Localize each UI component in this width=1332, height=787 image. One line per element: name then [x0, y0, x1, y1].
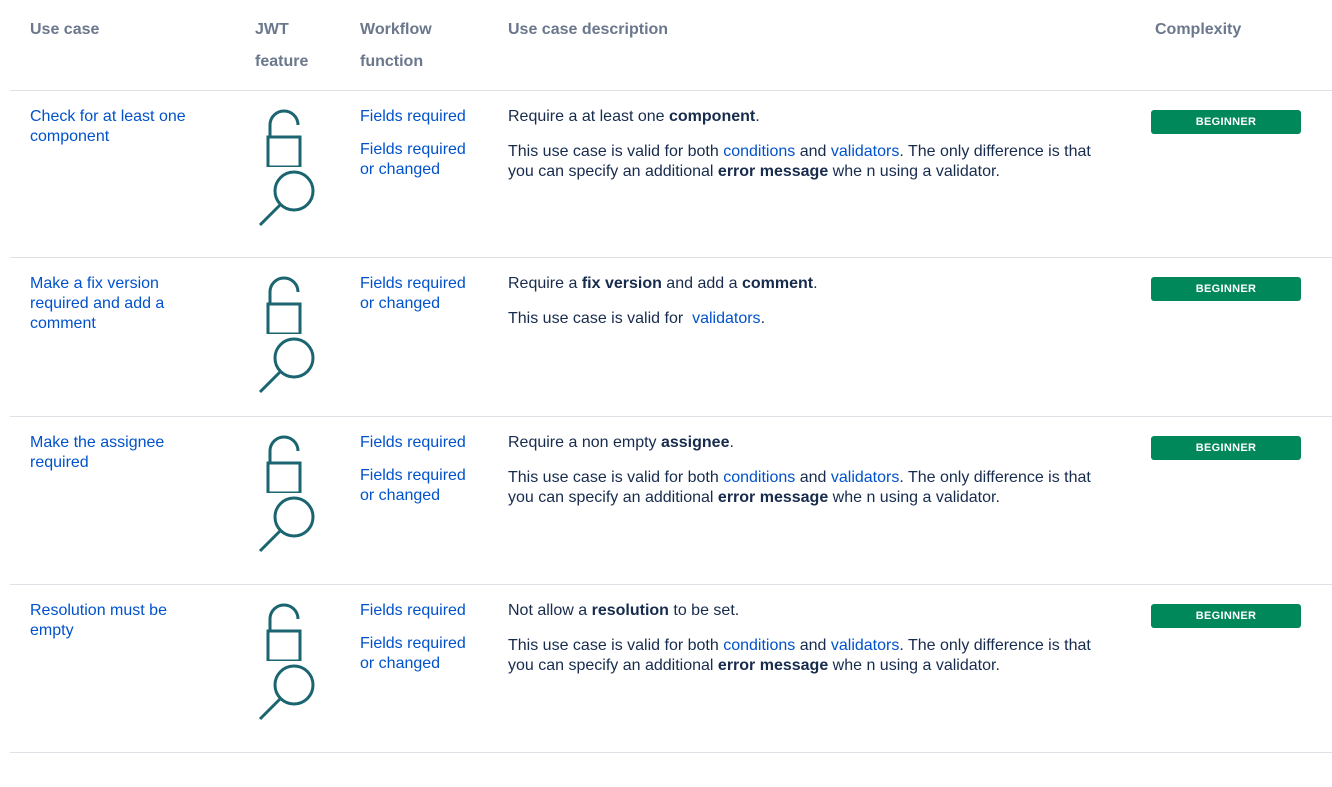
desc-text: Require a: [508, 275, 582, 292]
desc-text: whe n using a validator.: [828, 163, 1000, 180]
header-jwt-line2: feature: [255, 53, 309, 70]
use-case-description: Require a fix version and add a comment.…: [508, 274, 1098, 344]
use-case-link[interactable]: Check for at least one component: [30, 107, 210, 147]
jwt-feature-icons: [258, 272, 318, 394]
jwt-feature-icons: [258, 599, 318, 721]
table-row: Make the assignee required Fields requir…: [10, 417, 1332, 585]
table-header: Use case JWT feature Workflow function U…: [10, 0, 1332, 91]
workflow-functions: Fields required Fields required or chang…: [360, 107, 470, 193]
header-jwt-line1: JWT: [255, 21, 289, 38]
desc-text: and: [795, 143, 831, 160]
complexity-badge: BEGINNER: [1151, 604, 1301, 628]
validators-link[interactable]: validators: [831, 143, 899, 160]
desc-bold: fix version: [581, 275, 662, 292]
desc-text: to be set.: [668, 602, 740, 619]
desc-bold: error message: [717, 657, 829, 674]
conditions-link[interactable]: conditions: [723, 143, 795, 160]
validators-link[interactable]: validators: [831, 637, 899, 654]
use-case-link[interactable]: Make a fix version required and add a co…: [30, 274, 210, 334]
desc-text: .: [755, 108, 760, 125]
workflow-function-link[interactable]: Fields required: [360, 107, 470, 127]
workflow-function-link[interactable]: Fields required or changed: [360, 466, 470, 506]
workflow-function-link[interactable]: Fields required or changed: [360, 140, 470, 180]
header-complexity: Complexity: [1155, 21, 1242, 38]
desc-text: This use case is valid for both: [508, 469, 724, 486]
workflow-function-link[interactable]: Fields required: [360, 601, 470, 621]
magnifier-icon: [258, 496, 315, 553]
padlock-open-icon: [266, 109, 302, 167]
desc-text: .: [729, 434, 734, 451]
conditions-link[interactable]: conditions: [723, 637, 795, 654]
desc-bold: comment: [741, 275, 814, 292]
jwt-feature-icons: [258, 105, 318, 227]
header-description: Use case description: [508, 21, 669, 38]
desc-bold: component: [669, 108, 756, 125]
desc-text: .: [813, 275, 818, 292]
desc-text: Not allow a: [508, 602, 592, 619]
magnifier-icon: [258, 337, 315, 394]
desc-text: .: [760, 310, 766, 327]
desc-bold: error message: [717, 163, 829, 180]
workflow-function-link[interactable]: Fields required: [360, 433, 470, 453]
table-row: Check for at least one component Fields …: [10, 91, 1332, 258]
desc-text: This use case is valid for both: [508, 143, 724, 160]
magnifier-icon: [258, 664, 315, 721]
desc-bold: error message: [717, 489, 829, 506]
validators-link[interactable]: validators: [831, 469, 899, 486]
header-wf-line1: Workflow: [360, 21, 432, 38]
padlock-open-icon: [266, 603, 302, 661]
desc-text: and add a: [661, 275, 742, 292]
header-jwt-feature: JWT feature: [255, 14, 308, 78]
header-wf-line2: function: [360, 53, 424, 70]
desc-text: whe n using a validator.: [828, 489, 1000, 506]
use-case-description: Not allow a resolution to be set. This u…: [508, 601, 1098, 691]
workflow-function-link[interactable]: Fields required or changed: [360, 274, 470, 314]
complexity-badge: BEGINNER: [1151, 436, 1301, 460]
workflow-functions: Fields required Fields required or chang…: [360, 601, 470, 687]
desc-text: Require a non empty: [508, 434, 661, 451]
jwt-feature-icons: [258, 431, 318, 553]
header-use-case: Use case: [30, 21, 100, 38]
table-row: Resolution must be empty Fields required…: [10, 585, 1332, 753]
desc-text: This use case is valid for: [508, 310, 693, 327]
desc-text: This use case is valid for both: [508, 637, 724, 654]
workflow-function-link[interactable]: Fields required or changed: [360, 634, 470, 674]
complexity-badge: BEGINNER: [1151, 110, 1301, 134]
header-workflow-function: Workflow function: [360, 14, 432, 78]
magnifier-icon: [258, 170, 315, 227]
use-case-description: Require a at least one component. This u…: [508, 107, 1098, 197]
desc-bold: assignee: [660, 434, 730, 451]
workflow-functions: Fields required or changed: [360, 274, 470, 327]
desc-bold: resolution: [591, 602, 669, 619]
validators-link[interactable]: validators: [692, 310, 760, 327]
use-case-link[interactable]: Resolution must be empty: [30, 601, 210, 641]
desc-text: and: [795, 637, 831, 654]
table-row: Make a fix version required and add a co…: [10, 258, 1332, 417]
workflow-functions: Fields required Fields required or chang…: [360, 433, 470, 519]
complexity-badge: BEGINNER: [1151, 277, 1301, 301]
desc-text: Require a at least one: [508, 108, 669, 125]
desc-text: whe n using a validator.: [828, 657, 1000, 674]
conditions-link[interactable]: conditions: [723, 469, 795, 486]
padlock-open-icon: [266, 435, 302, 493]
use-case-link[interactable]: Make the assignee required: [30, 433, 210, 473]
use-case-description: Require a non empty assignee. This use c…: [508, 433, 1098, 523]
desc-text: and: [795, 469, 831, 486]
padlock-open-icon: [266, 276, 302, 334]
